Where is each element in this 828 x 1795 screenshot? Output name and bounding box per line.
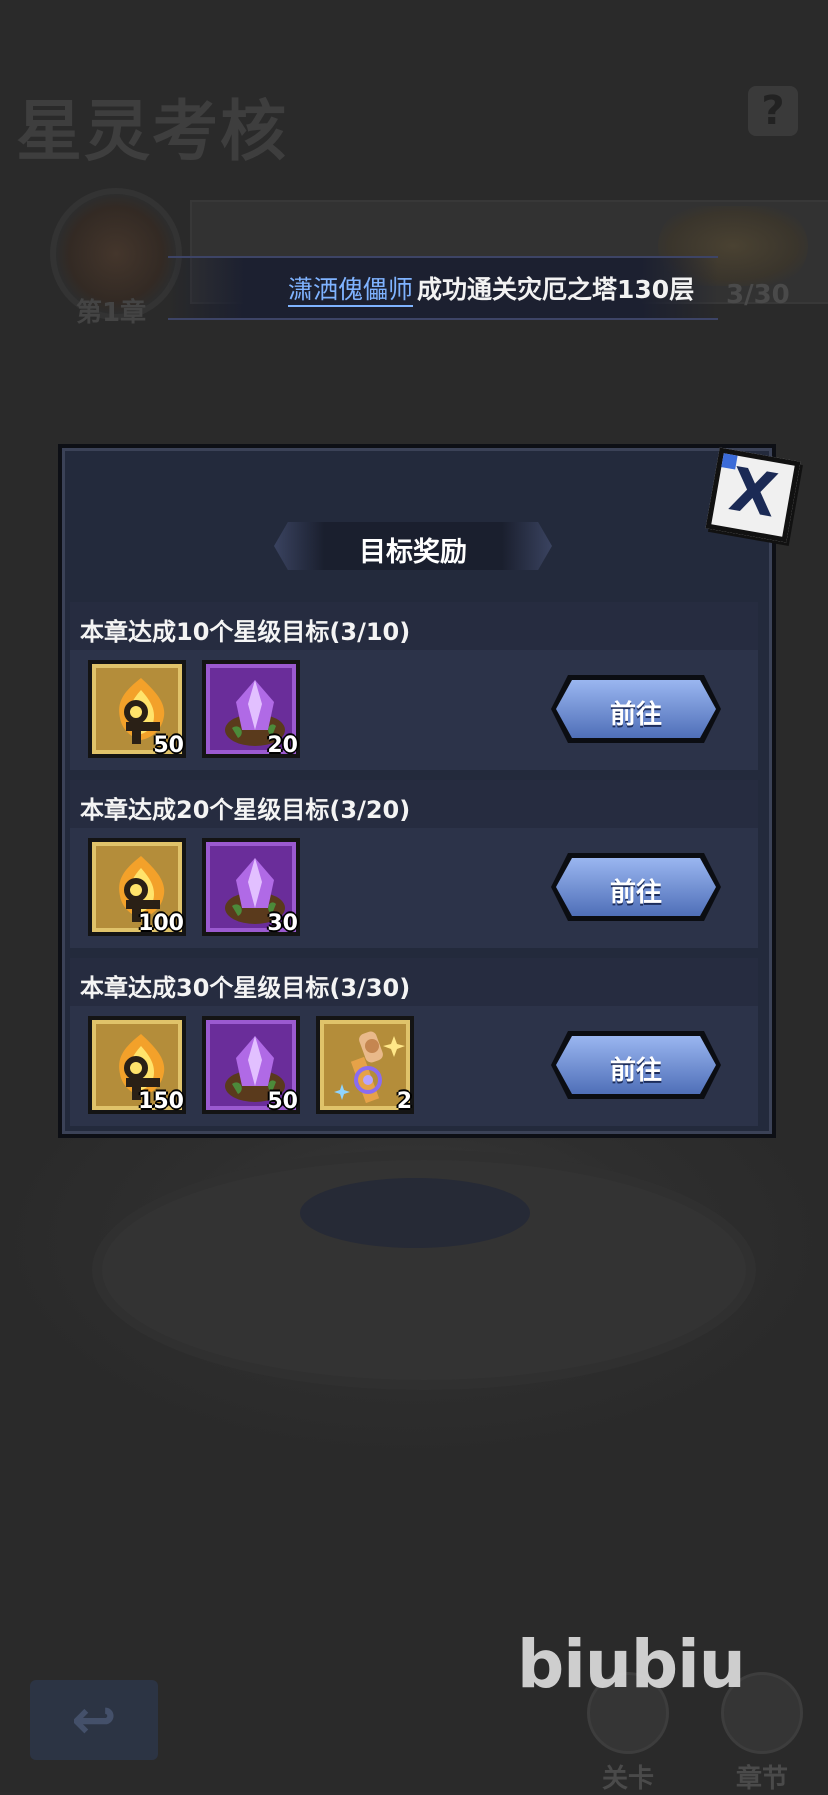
tab-chapter-label: 章节: [735, 1764, 788, 1794]
go-button-label: 前往: [609, 1056, 662, 1086]
reward-item[interactable]: 50: [202, 1016, 300, 1114]
tab-level-label: 关卡: [601, 1764, 654, 1794]
reward-item[interactable]: 2: [316, 1016, 414, 1114]
go-button[interactable]: 前往: [551, 675, 721, 743]
item-quantity: 50: [153, 733, 184, 758]
broadcast-banner: 潇洒傀儡师 成功通关灾厄之塔130层: [168, 256, 718, 320]
reward-row-title: 本章达成30个星级目标(3/30): [80, 974, 411, 1002]
stage-platform-center: [300, 1178, 530, 1248]
reward-item[interactable]: 50: [88, 660, 186, 758]
reward-row: 本章达成20个星级目标(3/20) 100 30 前往: [70, 780, 758, 948]
broadcast-player-link[interactable]: 潇洒傀儡师: [288, 275, 414, 307]
chapter-label: 第1章: [76, 298, 147, 328]
reward-row-title: 本章达成20个星级目标(3/20): [80, 796, 411, 824]
modal-header: 目标奖励: [274, 522, 552, 570]
reward-item[interactable]: 100: [88, 838, 186, 936]
go-button[interactable]: 前往: [551, 853, 721, 921]
watermark-logo: biubiu: [517, 1626, 746, 1703]
reward-item[interactable]: 150: [88, 1016, 186, 1114]
item-quantity: 50: [267, 1089, 298, 1114]
item-quantity: 20: [267, 733, 298, 758]
broadcast-text: 潇洒傀儡师 成功通关灾厄之塔130层: [288, 270, 695, 307]
reward-row: 本章达成10个星级目标(3/10) 50 20 前往: [70, 602, 758, 770]
item-quantity: 100: [138, 911, 184, 936]
go-button[interactable]: 前往: [551, 1031, 721, 1099]
chapter-progress: 3/30: [726, 280, 790, 310]
close-button[interactable]: X: [705, 447, 801, 543]
modal-title: 目标奖励: [359, 537, 467, 568]
item-quantity: 150: [138, 1089, 184, 1114]
reward-item[interactable]: 30: [202, 838, 300, 936]
close-icon: X: [724, 454, 783, 532]
screen-title: 星灵考核: [16, 93, 288, 170]
go-button-label: 前往: [609, 700, 662, 730]
go-button-label: 前往: [609, 878, 662, 908]
reward-row: 本章达成30个星级目标(3/30) 150 50 2 前往: [70, 958, 758, 1126]
reward-row-title: 本章达成10个星级目标(3/10): [80, 618, 411, 646]
item-quantity: 2: [396, 1089, 412, 1114]
help-button[interactable]: ?: [748, 86, 798, 136]
reward-item[interactable]: 20: [202, 660, 300, 758]
back-button[interactable]: ↩: [30, 1680, 158, 1760]
item-quantity: 30: [267, 911, 298, 936]
broadcast-message: 成功通关灾厄之塔130层: [417, 275, 695, 304]
